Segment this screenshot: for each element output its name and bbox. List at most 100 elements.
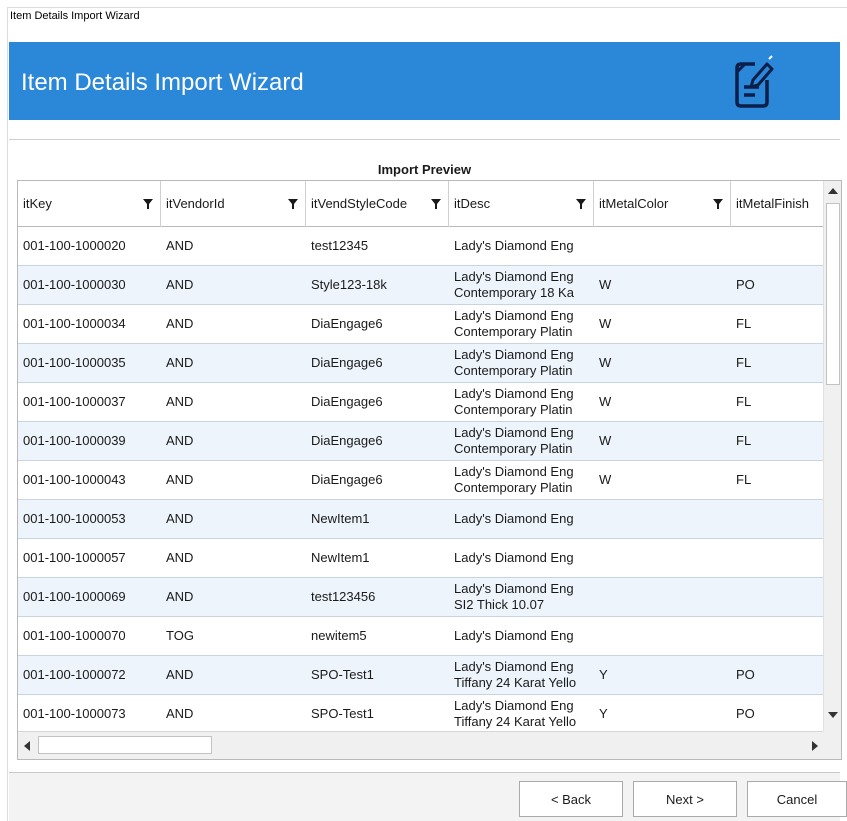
cell-text: W xyxy=(599,355,612,370)
scroll-right-arrow-icon[interactable] xyxy=(812,741,818,751)
desc-line: Lady's Diamond Eng xyxy=(454,238,574,253)
filter-icon[interactable] xyxy=(431,198,441,210)
desc-line: Contemporary Platin xyxy=(454,324,573,339)
grid-body[interactable]: 001-100-1000020 AND test12345 Lady's Diamon… xyxy=(18,227,824,732)
next-button[interactable]: Next > xyxy=(633,781,737,817)
cell-itkey: 001-100-1000039 xyxy=(18,422,161,460)
cell-itvendstylecode: DiaEngage6 xyxy=(306,344,449,382)
grid-header: itKey itVendorId itVendStyleCode itDesc itMe… xyxy=(18,181,824,227)
table-row[interactable]: 001-100-1000037 AND DiaEngage6 Lady's Diamo… xyxy=(18,383,824,422)
cell-text: W xyxy=(599,433,612,448)
vertical-scroll-thumb[interactable] xyxy=(826,203,840,385)
table-row[interactable]: 001-100-1000069 AND test123456 Lady's Diamo… xyxy=(18,578,824,617)
cell-text: Y xyxy=(599,706,608,721)
horizontal-scrollbar[interactable] xyxy=(18,731,824,759)
horizontal-scroll-thumb[interactable] xyxy=(38,736,212,754)
cell-itdesc: Lady's Diamond Eng Contemporary 18 Ka xyxy=(449,266,594,304)
cell-itvendstylecode: Style123-18k xyxy=(306,266,449,304)
cell-text: newitem5 xyxy=(311,628,367,643)
filter-icon[interactable] xyxy=(576,198,586,210)
cell-itkey: 001-100-1000072 xyxy=(18,656,161,694)
cell-itmetalfinish: PO xyxy=(731,695,824,732)
cell-itvendorid: AND xyxy=(161,695,306,732)
cell-text: NewItem1 xyxy=(311,550,370,565)
column-header-itvendorid[interactable]: itVendorId xyxy=(161,181,306,227)
cell-itvendstylecode: SPO-Test1 xyxy=(306,656,449,694)
column-header-label: itVendorId xyxy=(166,196,225,211)
cell-itdesc: Lady's Diamond Eng xyxy=(449,539,594,577)
cell-itkey: 001-100-1000069 xyxy=(18,578,161,616)
column-header-itkey[interactable]: itKey xyxy=(18,181,161,227)
table-row[interactable]: 001-100-1000035 AND DiaEngage6 Lady's Diamo… xyxy=(18,344,824,383)
cell-text: DiaEngage6 xyxy=(311,472,383,487)
cancel-button[interactable]: Cancel xyxy=(747,781,847,817)
desc-line: Contemporary Platin xyxy=(454,402,573,417)
cell-itdesc: Lady's Diamond Eng Contemporary Platin xyxy=(449,461,594,499)
column-header-itmetalfinish[interactable]: itMetalFinish xyxy=(731,181,824,227)
scroll-down-arrow-icon[interactable] xyxy=(828,712,838,718)
cell-itkey: 001-100-1000073 xyxy=(18,695,161,732)
cell-itmetalfinish xyxy=(731,617,824,655)
cell-itmetalcolor: W xyxy=(594,266,731,304)
cell-text: FL xyxy=(736,472,752,487)
column-header-itdesc[interactable]: itDesc xyxy=(449,181,594,227)
cell-itkey: 001-100-1000037 xyxy=(18,383,161,421)
cell-itmetalcolor: W xyxy=(594,383,731,421)
cell-itmetalcolor: Y xyxy=(594,695,731,732)
cell-text: W xyxy=(599,394,612,409)
column-header-label: itMetalFinish xyxy=(736,196,809,211)
cell-itvendstylecode: newitem5 xyxy=(306,617,449,655)
column-header-itmetalcolor[interactable]: itMetalColor xyxy=(594,181,731,227)
cell-itmetalfinish: FL xyxy=(731,305,824,343)
scroll-up-arrow-icon[interactable] xyxy=(828,188,838,194)
desc-line: Lady's Diamond Eng xyxy=(454,511,574,526)
table-row[interactable]: 001-100-1000072 AND SPO-Test1 Lady's Diamon… xyxy=(18,656,824,695)
cell-itdesc: Lady's Diamond Eng Contemporary Platin xyxy=(449,344,594,382)
cell-text: AND xyxy=(166,667,194,682)
desc-line: Lady's Diamond Eng xyxy=(454,659,574,674)
table-row[interactable]: 001-100-1000073 AND SPO-Test1 Lady's Diamon… xyxy=(18,695,824,732)
cell-itvendstylecode: NewItem1 xyxy=(306,500,449,538)
window-title: Item Details Import Wizard xyxy=(10,10,140,22)
table-row[interactable]: 001-100-1000043 AND DiaEngage6 Lady's Diamo… xyxy=(18,461,824,500)
cell-itdesc: Lady's Diamond Eng Tiffany 24 Karat Yello xyxy=(449,656,594,694)
cell-itvendorid: AND xyxy=(161,656,306,694)
table-row[interactable]: 001-100-1000020 AND test12345 Lady's Diamon… xyxy=(18,227,824,266)
table-row[interactable]: 001-100-1000030 AND Style123-18k Lady's Dia… xyxy=(18,266,824,305)
import-preview-grid[interactable]: itKey itVendorId itVendStyleCode itDesc itMe… xyxy=(17,180,842,760)
vertical-scrollbar[interactable] xyxy=(823,181,841,732)
back-button[interactable]: < Back xyxy=(519,781,623,817)
table-row[interactable]: 001-100-1000070 TOG newitem5 Lady's Diamond… xyxy=(18,617,824,656)
table-row[interactable]: 001-100-1000034 AND DiaEngage6 Lady's Diamo… xyxy=(18,305,824,344)
cell-text: FL xyxy=(736,394,752,409)
desc-line: Lady's Diamond Eng xyxy=(454,581,574,596)
cell-itvendorid: AND xyxy=(161,305,306,343)
cell-text: 001-100-1000072 xyxy=(23,667,126,682)
cell-itmetalfinish xyxy=(731,227,824,265)
cell-itmetalfinish xyxy=(731,578,824,616)
desc-line: Lady's Diamond Eng xyxy=(454,269,574,284)
column-header-itvendstylecode[interactable]: itVendStyleCode xyxy=(306,181,449,227)
filter-icon[interactable] xyxy=(288,198,298,210)
cell-itvendstylecode: SPO-Test1 xyxy=(306,695,449,732)
filter-icon[interactable] xyxy=(713,198,723,210)
column-header-label: itKey xyxy=(23,196,52,211)
cell-itvendstylecode: test123456 xyxy=(306,578,449,616)
cell-text: AND xyxy=(166,511,194,526)
cell-itmetalcolor xyxy=(594,617,731,655)
cell-itmetalcolor xyxy=(594,227,731,265)
table-row[interactable]: 001-100-1000039 AND DiaEngage6 Lady's Diamo… xyxy=(18,422,824,461)
column-header-label: itDesc xyxy=(454,196,491,211)
cell-text: FL xyxy=(736,316,752,331)
cell-itmetalcolor xyxy=(594,539,731,577)
cell-itvendorid: TOG xyxy=(161,617,306,655)
cell-itmetalfinish: PO xyxy=(731,656,824,694)
scroll-left-arrow-icon[interactable] xyxy=(24,741,30,751)
table-row[interactable]: 001-100-1000053 AND NewItem1 Lady's Diamond… xyxy=(18,500,824,539)
desc-line: Lady's Diamond Eng xyxy=(454,550,574,565)
cell-itdesc: Lady's Diamond Eng SI2 Thick 10.07 xyxy=(449,578,594,616)
cell-text: DiaEngage6 xyxy=(311,355,383,370)
table-row[interactable]: 001-100-1000057 AND NewItem1 Lady's Diamond… xyxy=(18,539,824,578)
cell-itvendstylecode: DiaEngage6 xyxy=(306,305,449,343)
filter-icon[interactable] xyxy=(143,198,153,210)
